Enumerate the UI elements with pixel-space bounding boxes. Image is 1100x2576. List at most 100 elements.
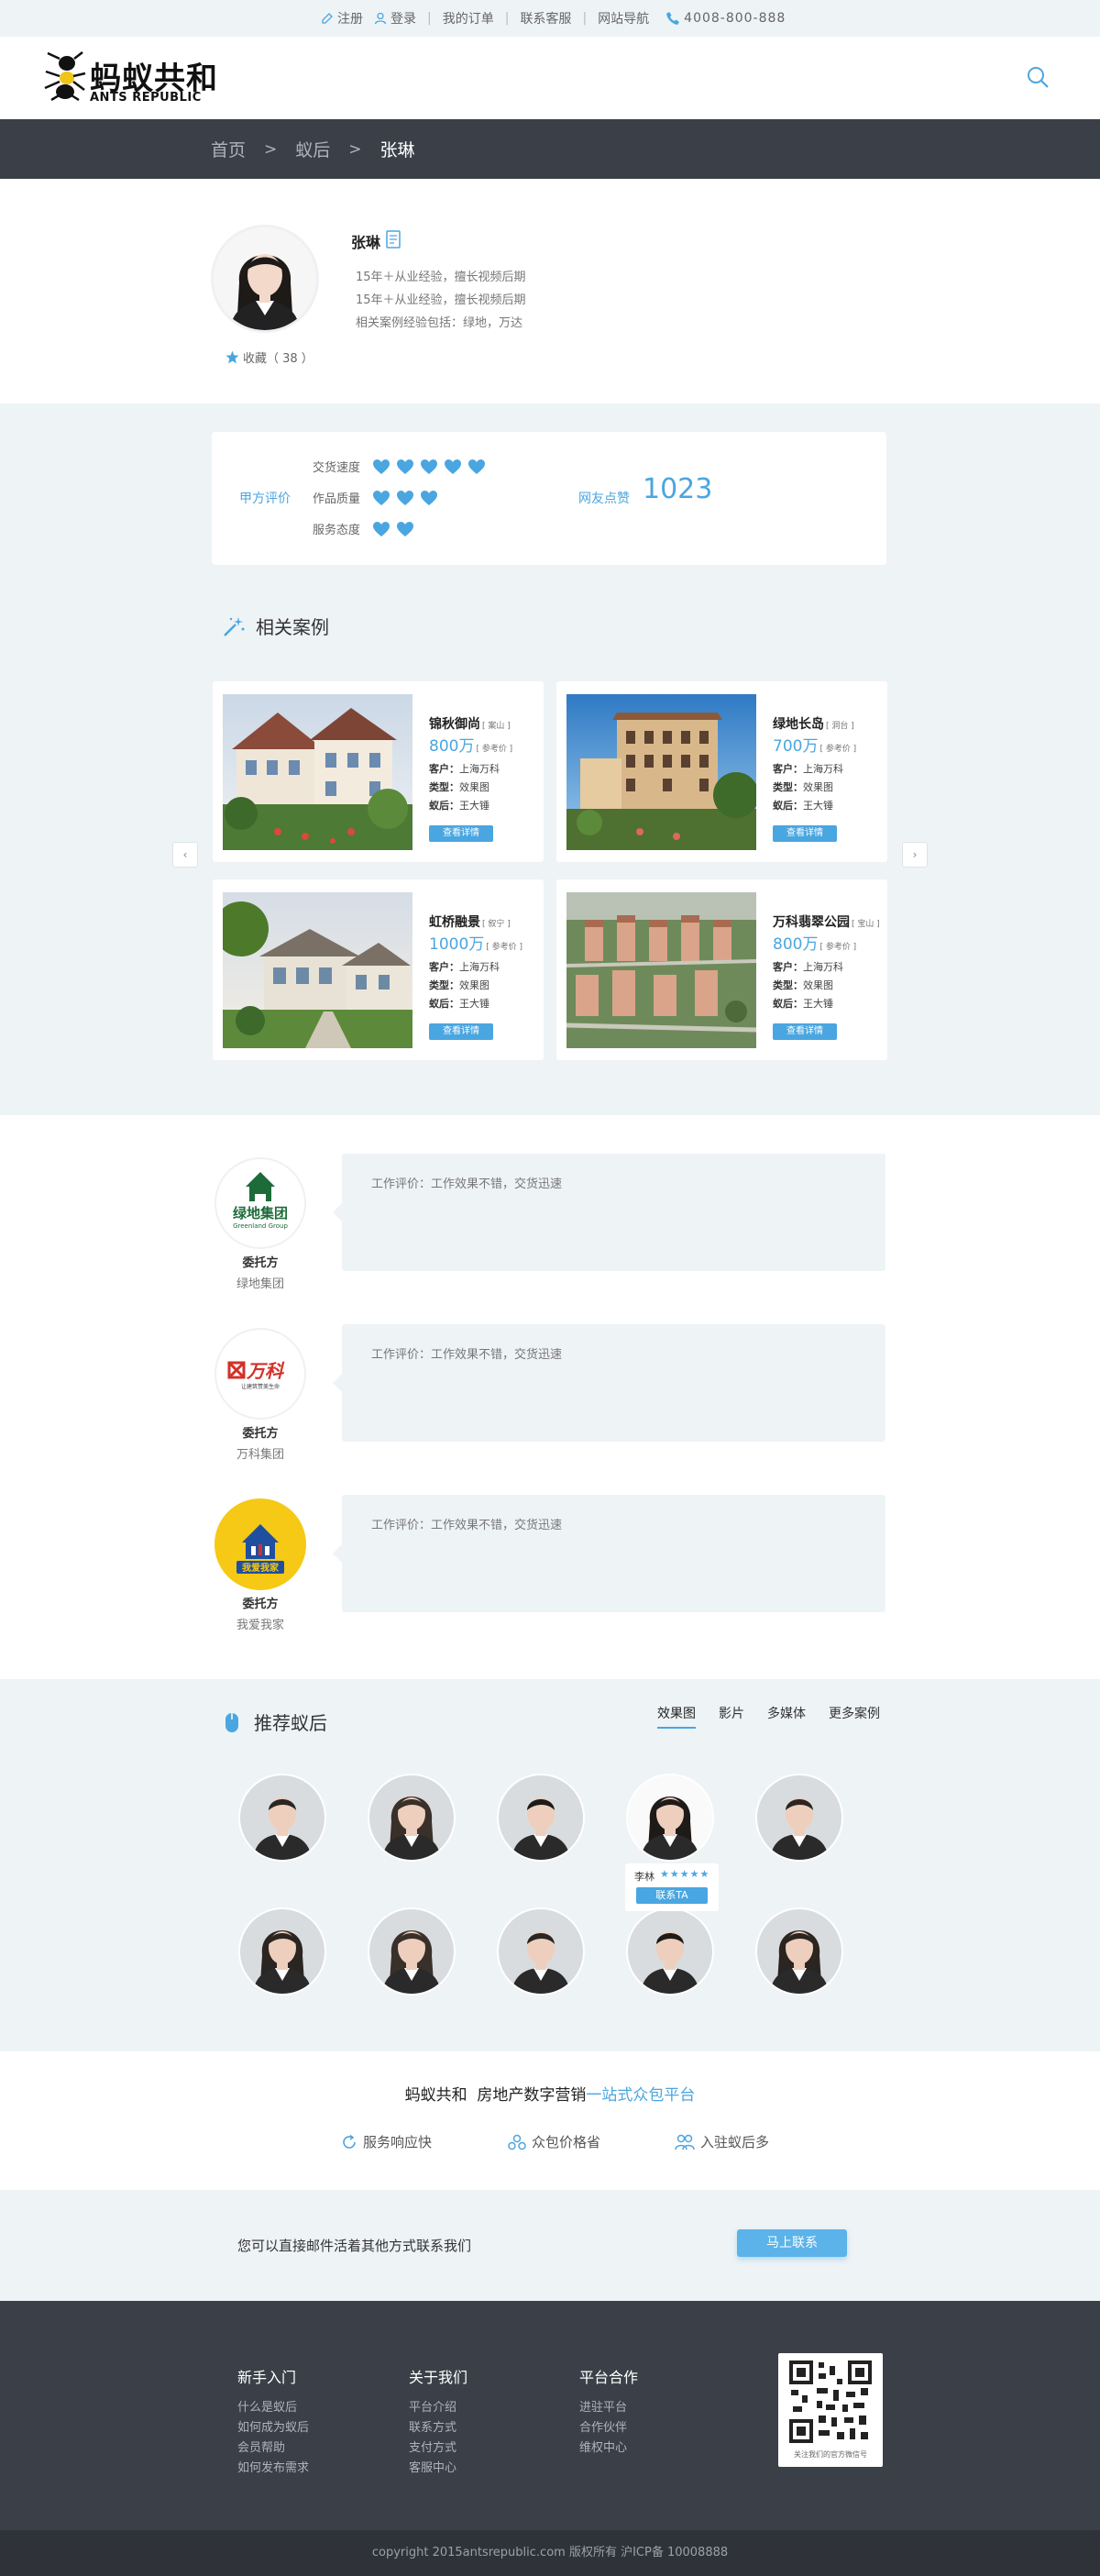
queen-avatar[interactable] (238, 1774, 326, 1862)
footer-link[interactable]: 客服中心 (409, 2459, 468, 2479)
service-link[interactable]: 联系客服 (520, 9, 571, 28)
phone-icon (666, 12, 680, 25)
queen-avatar[interactable] (238, 1907, 326, 1996)
contact-ta-button[interactable]: 联系TA (636, 1887, 708, 1904)
client-rating-title: 甲方评价 (239, 492, 291, 506)
tab-multimedia[interactable]: 多媒体 (767, 1704, 806, 1729)
footer-col-title: 新手入门 (237, 2369, 297, 2386)
heart-icon (397, 491, 413, 505)
person-portrait-icon (499, 1909, 583, 1994)
contact-section: 您可以直接邮件活着其他方式联系我们 马上联系 (0, 2190, 1100, 2301)
tooltip-name: 李林 (634, 1871, 654, 1883)
case-details-button[interactable]: 查看详情 (773, 1023, 837, 1040)
review-company: 万科集团 (236, 1448, 284, 1462)
tab-films[interactable]: 影片 (719, 1704, 744, 1729)
review-role: 委托方 (242, 1427, 279, 1441)
sitenav-link[interactable]: 网站导航 (598, 9, 649, 28)
case-info: 客户：上海万科 类型：效果图 蚁后：王大锤 (429, 763, 500, 812)
case-details-button[interactable]: 查看详情 (773, 825, 837, 842)
case-price: 1000万[ 参考价 ] (429, 935, 523, 954)
svg-text:Greenland Group: Greenland Group (233, 1222, 288, 1230)
heart-icon (397, 459, 413, 474)
contact-now-button[interactable]: 马上联系 (737, 2229, 847, 2257)
review-role: 委托方 (242, 1256, 279, 1270)
case-details-button[interactable]: 查看详情 (429, 1023, 493, 1040)
footer-col-beginner: 新手入门 什么是蚁后 如何成为蚁后 会员帮助 如何发布需求 (237, 2365, 309, 2479)
case-title: 万科翡翠公园[ 宝山 ] (773, 915, 880, 930)
case-card[interactable]: 锦秋御尚[ 案山 ] 800万[ 参考价 ] 客户：上海万科 类型：效果图 蚁后… (213, 681, 544, 862)
header: 蚂蚁共和 ANTS REPUBLIC (0, 37, 1100, 119)
footer-link[interactable]: 维权中心 (579, 2438, 638, 2459)
case-image (566, 694, 756, 850)
queen-avatar[interactable] (368, 1774, 456, 1862)
case-price: 700万[ 参考价 ] (773, 737, 857, 756)
queen-avatar[interactable] (755, 1774, 843, 1862)
review-company: 绿地集团 (236, 1277, 284, 1291)
queen-avatar[interactable] (755, 1907, 843, 1996)
review-text: 工作评价：工作效果不错，交货迅速 (371, 1348, 563, 1362)
apartment-photo-icon (566, 694, 756, 850)
tooltip-stars: ★★★★★ (660, 1868, 710, 1880)
footer-link[interactable]: 如何发布需求 (237, 2459, 309, 2479)
vanke-logo-icon: 万科 让建筑赞美生命 (227, 1360, 285, 1390)
review-text: 工作评价：工作效果不错，交货迅速 (371, 1177, 563, 1191)
search-icon[interactable] (1025, 64, 1050, 90)
queen-avatar[interactable] (497, 1907, 585, 1996)
greenland-logo: 绿地集团 Greenland Group (214, 1157, 306, 1249)
mouse-icon (226, 1712, 238, 1732)
footer-link[interactable]: 进驻平台 (579, 2398, 638, 2418)
refresh-icon (343, 2134, 356, 2149)
tab-more-cases[interactable]: 更多案例 (829, 1704, 880, 1729)
queen-avatar[interactable] (497, 1774, 585, 1862)
breadcrumb-home[interactable]: 首页 (211, 137, 246, 161)
cases-prev-arrow[interactable]: ‹ (172, 842, 198, 868)
review-role: 委托方 (242, 1598, 279, 1611)
cases-title: 相关案例 (256, 616, 329, 638)
svg-text:我爱我家: 我爱我家 (242, 1562, 280, 1574)
favorite-button[interactable]: 收藏（ 38 ） (226, 348, 314, 366)
cases-heading: 相关案例 (223, 613, 329, 639)
footer-link[interactable]: 会员帮助 (237, 2438, 309, 2459)
footer-link[interactable]: 支付方式 (409, 2438, 468, 2459)
footer-link[interactable]: 合作伙伴 (579, 2418, 638, 2438)
person-portrait-icon (757, 1909, 842, 1994)
register-link[interactable]: 注册 (337, 9, 363, 28)
orders-link[interactable]: 我的订单 (443, 9, 494, 28)
queen-avatar[interactable] (626, 1774, 714, 1862)
case-details-button[interactable]: 查看详情 (429, 825, 493, 842)
review-box: 工作评价：工作效果不错，交货迅速 (333, 1324, 886, 1442)
cases-next-arrow[interactable]: › (902, 842, 928, 868)
case-image (566, 892, 756, 1048)
login-link[interactable]: 登录 (390, 9, 416, 28)
footer-link[interactable]: 如何成为蚁后 (237, 2418, 309, 2438)
logo[interactable]: 蚂蚁共和 ANTS REPUBLIC (42, 48, 217, 105)
breadcrumb: 首页 > 蚁后 > 张琳 (0, 119, 1100, 179)
case-card[interactable]: 虹桥融景[ 叙宁 ] 1000万[ 参考价 ] 客户：上海万科 类型：效果图 蚁… (213, 879, 544, 1060)
divider: | (427, 11, 432, 26)
case-info: 客户：上海万科 类型：效果图 蚁后：王大锤 (429, 961, 500, 1010)
profile-section: 张琳 15年＋从业经验，擅长视频后期 15年＋从业经验，擅长视频后期 相关案例经… (0, 179, 1100, 404)
divider: | (582, 11, 588, 26)
queen-avatar[interactable] (626, 1907, 714, 1996)
avatar-tooltip: 李林 ★★★★★ 联系TA (625, 1863, 719, 1911)
case-card[interactable]: 绿地长岛[ 洞台 ] 700万[ 参考价 ] 客户：上海万科 类型：效果图 蚁后… (556, 681, 887, 862)
users-icon (675, 2134, 695, 2150)
feature-low-price: 众包价格省 (508, 2132, 600, 2151)
footer-col-title: 关于我们 (409, 2369, 468, 2386)
likes-label: 网友点赞 (578, 492, 630, 506)
footer-link[interactable]: 什么是蚁后 (237, 2398, 309, 2418)
case-image (223, 892, 412, 1048)
breadcrumb-queen[interactable]: 蚁后 (295, 137, 330, 161)
resume-icon[interactable] (385, 230, 402, 249)
review-box: 工作评价：工作效果不错，交货迅速 (333, 1154, 886, 1271)
footer-link[interactable]: 联系方式 (409, 2418, 468, 2438)
woman-portrait-icon (214, 227, 316, 330)
heart-icon (421, 459, 437, 474)
case-card[interactable]: 万科翡翠公园[ 宝山 ] 800万[ 参考价 ] 客户：上海万科 类型：效果图 … (556, 879, 887, 1060)
footer-col-partner: 平台合作 进驻平台 合作伙伴 维权中心 (579, 2365, 638, 2459)
person-portrait-icon (369, 1775, 454, 1860)
queen-avatar[interactable] (368, 1907, 456, 1996)
case-info: 客户：上海万科 类型：效果图 蚁后：王大锤 (773, 763, 843, 812)
tab-renderings[interactable]: 效果图 (657, 1704, 696, 1729)
footer-link[interactable]: 平台介绍 (409, 2398, 468, 2418)
